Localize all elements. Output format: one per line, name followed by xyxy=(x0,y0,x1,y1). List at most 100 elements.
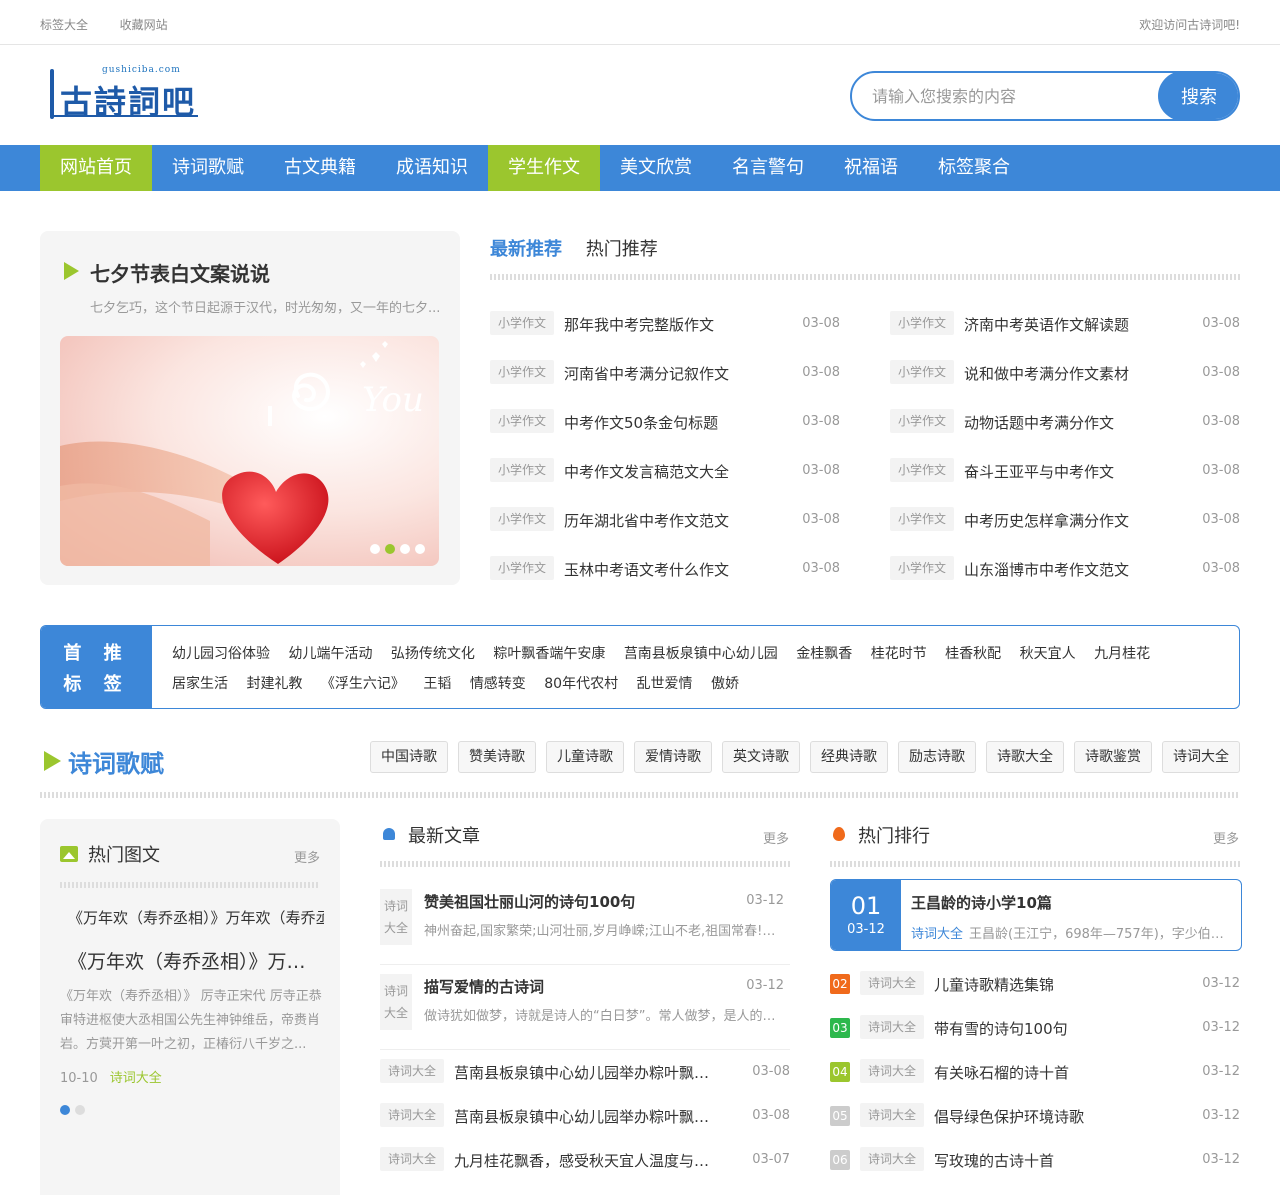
category-tag[interactable]: 小学作文 xyxy=(890,360,955,384)
category-tag[interactable]: 小学作文 xyxy=(490,507,555,531)
category-tag[interactable]: 诗词大全 xyxy=(860,1103,925,1127)
ranking-item[interactable]: 05 诗词大全 倡导绿色保护环境诗歌 03-12 xyxy=(830,1103,1240,1131)
list-item-title[interactable]: 山东淄博市中考作文范文 xyxy=(964,559,1129,580)
rank-title[interactable]: 写玫瑰的古诗十首 xyxy=(934,1150,1054,1171)
subcategory-button[interactable]: 赞美诗歌 xyxy=(458,741,536,773)
list-item[interactable]: 小学作文 中考作文发言稿范文大全 03-08 xyxy=(490,458,840,507)
nav-student-essay[interactable]: 学生作文 xyxy=(488,145,600,191)
list-item-title[interactable]: 济南中考英语作文解读题 xyxy=(964,314,1129,335)
nav-prose[interactable]: 美文欣赏 xyxy=(600,145,712,191)
tab-hot[interactable]: 热门推荐 xyxy=(586,239,658,260)
rank-title[interactable]: 王昌龄的诗小学10篇 xyxy=(911,892,1052,913)
featured-article[interactable]: 诗词大全 赞美祖国壮丽山河的诗句100句 03-12 神州奋起,国家繁荣;山河壮… xyxy=(380,889,790,965)
more-link[interactable]: 更多 xyxy=(1213,828,1239,847)
subcategory-button[interactable]: 英文诗歌 xyxy=(722,741,800,773)
category-tag[interactable]: 小学作文 xyxy=(490,360,555,384)
carousel-dot[interactable] xyxy=(370,544,380,554)
nav-tags[interactable]: 标签聚合 xyxy=(918,145,1030,191)
hot-image-main-title[interactable]: 《万年欢（寿乔丞相）》万年欢（寿乔丞相） xyxy=(68,947,318,974)
list-item-title[interactable]: 奋斗王亚平与中考作文 xyxy=(964,461,1114,482)
list-item[interactable]: 诗词大全莒南县板泉镇中心幼儿园举办粽叶飘香端午安康活动 03-08 xyxy=(380,1103,790,1131)
list-item[interactable]: 小学作文 奋斗王亚平与中考作文 03-08 xyxy=(890,458,1240,507)
tag-link[interactable]: 莒南县板泉镇中心幼儿园 xyxy=(624,646,778,662)
tags-link[interactable]: 标签大全 xyxy=(40,18,88,32)
category-tag[interactable]: 诗词大全 xyxy=(911,923,963,942)
list-item-title[interactable]: 历年湖北省中考作文范文 xyxy=(564,510,729,531)
more-link[interactable]: 更多 xyxy=(763,828,789,847)
list-item[interactable]: 小学作文 济南中考英语作文解读题 03-08 xyxy=(890,311,1240,360)
list-item-title[interactable]: 中考作文发言稿范文大全 xyxy=(564,461,729,482)
category-tag[interactable]: 小学作文 xyxy=(490,458,555,482)
hot-image-category[interactable]: 诗词大全 xyxy=(110,1071,162,1086)
nav-classics[interactable]: 古文典籍 xyxy=(264,145,376,191)
tag-link[interactable]: 九月桂花 xyxy=(1094,646,1150,662)
article-title[interactable]: 描写爱情的古诗词 xyxy=(424,976,544,997)
rank-title[interactable]: 有关咏石榴的诗十首 xyxy=(934,1062,1069,1083)
list-item[interactable]: 小学作文 动物话题中考满分作文 03-08 xyxy=(890,409,1240,458)
ranking-item[interactable]: 06 诗词大全 写玫瑰的古诗十首 03-12 xyxy=(830,1147,1240,1175)
tag-link[interactable]: 乱世爱情 xyxy=(637,676,693,692)
bookmark-link[interactable]: 收藏网站 xyxy=(120,18,168,32)
tag-link[interactable]: 弘扬传统文化 xyxy=(391,646,475,662)
category-tag[interactable]: 小学作文 xyxy=(890,556,955,580)
category-tag[interactable]: 诗词大全 xyxy=(380,1059,445,1083)
category-tag[interactable]: 诗词大全 xyxy=(380,1103,445,1127)
list-item-title[interactable]: 莒南县板泉镇中心幼儿园举办粽叶飘香端午安康活动 xyxy=(454,1062,724,1083)
tag-link[interactable]: 粽叶飘香端午安康 xyxy=(493,646,605,662)
more-link[interactable]: 更多 xyxy=(294,847,320,866)
list-item-title[interactable]: 河南省中考满分记叙作文 xyxy=(564,363,729,384)
tag-link[interactable]: 《浮生六记》 xyxy=(321,676,405,692)
rank-title[interactable]: 儿童诗歌精选集锦 xyxy=(934,974,1054,995)
subcategory-button[interactable]: 诗词大全 xyxy=(1162,741,1240,773)
category-tag[interactable]: 小学作文 xyxy=(490,409,555,433)
nav-poetry[interactable]: 诗词歌赋 xyxy=(152,145,264,191)
list-item[interactable]: 小学作文 中考历史怎样拿满分作文 03-08 xyxy=(890,507,1240,556)
category-tag[interactable]: 小学作文 xyxy=(890,507,955,531)
list-item[interactable]: 小学作文 历年湖北省中考作文范文 03-08 xyxy=(490,507,840,556)
featured-title[interactable]: 七夕节表白文案说说 xyxy=(90,258,270,287)
subcategory-button[interactable]: 励志诗歌 xyxy=(898,741,976,773)
subcategory-button[interactable]: 爱情诗歌 xyxy=(634,741,712,773)
site-logo[interactable]: gushiciba.com 古詩詞吧 xyxy=(46,65,198,121)
section-title[interactable]: 诗词歌赋 xyxy=(68,744,164,779)
list-item[interactable]: 小学作文 河南省中考满分记叙作文 03-08 xyxy=(490,360,840,409)
list-item-title[interactable]: 那年我中考完整版作文 xyxy=(564,314,714,335)
list-item-title[interactable]: 说和做中考满分作文素材 xyxy=(964,363,1129,384)
featured-article[interactable]: 诗词大全 描写爱情的古诗词 03-12 做诗犹如做梦，诗就是诗人的“白日梦”。常… xyxy=(380,974,790,1050)
list-item-title[interactable]: 动物话题中考满分作文 xyxy=(964,412,1114,433)
tag-link[interactable]: 封建礼教 xyxy=(246,676,302,692)
ranking-top-item[interactable]: 01 03-12 王昌龄的诗小学10篇 诗词大全 王昌龄(王江宁，698年—75… xyxy=(830,879,1242,951)
list-item[interactable]: 小学作文 中考作文50条金句标题 03-08 xyxy=(490,409,840,458)
rank-title[interactable]: 带有雪的诗句100句 xyxy=(934,1018,1068,1039)
category-tag[interactable]: 小学作文 xyxy=(490,311,555,335)
tag-link[interactable]: 幼儿园习俗体验 xyxy=(172,646,270,662)
category-tag[interactable]: 诗词大全 xyxy=(860,1059,925,1083)
category-tag[interactable]: 小学作文 xyxy=(890,458,955,482)
tag-link[interactable]: 傲娇 xyxy=(711,676,739,692)
search-button[interactable]: 搜索 xyxy=(1158,73,1238,119)
article-title[interactable]: 赞美祖国壮丽山河的诗句100句 xyxy=(424,891,635,912)
nav-blessings[interactable]: 祝福语 xyxy=(824,145,918,191)
category-tag[interactable]: 诗词大全 xyxy=(860,1015,925,1039)
list-item[interactable]: 诗词大全莒南县板泉镇中心幼儿园举办粽叶飘香端午安康活动 03-08 xyxy=(380,1059,790,1087)
ranking-item[interactable]: 03 诗词大全 带有雪的诗句100句 03-12 xyxy=(830,1015,1240,1043)
tag-link[interactable]: 80年代农村 xyxy=(544,676,618,692)
category-tag[interactable]: 小学作文 xyxy=(890,311,955,335)
nav-home[interactable]: 网站首页 xyxy=(40,145,152,191)
tag-link[interactable]: 王韬 xyxy=(423,676,451,692)
carousel-dot-active[interactable] xyxy=(385,544,395,554)
category-tag[interactable]: 诗词大全 xyxy=(860,971,925,995)
list-item[interactable]: 小学作文 玉林中考语文考什么作文 03-08 xyxy=(490,556,840,605)
list-item-title[interactable]: 玉林中考语文考什么作文 xyxy=(564,559,729,580)
category-tag[interactable]: 小学作文 xyxy=(490,556,555,580)
list-item-title[interactable]: 中考作文50条金句标题 xyxy=(564,412,718,433)
list-item[interactable]: 小学作文 那年我中考完整版作文 03-08 xyxy=(490,311,840,360)
tag-link[interactable]: 桂花时节 xyxy=(871,646,927,662)
list-item[interactable]: 诗词大全九月桂花飘香，感受秋天宜人温度与桂花香气 03-07 xyxy=(380,1147,790,1175)
pager-dot[interactable] xyxy=(75,1105,85,1115)
subcategory-button[interactable]: 儿童诗歌 xyxy=(546,741,624,773)
tag-link[interactable]: 金桂飘香 xyxy=(796,646,852,662)
pager-dot-active[interactable] xyxy=(60,1105,70,1115)
search-input[interactable] xyxy=(872,73,1152,119)
list-item-title[interactable]: 莒南县板泉镇中心幼儿园举办粽叶飘香端午安康活动 xyxy=(454,1106,724,1127)
